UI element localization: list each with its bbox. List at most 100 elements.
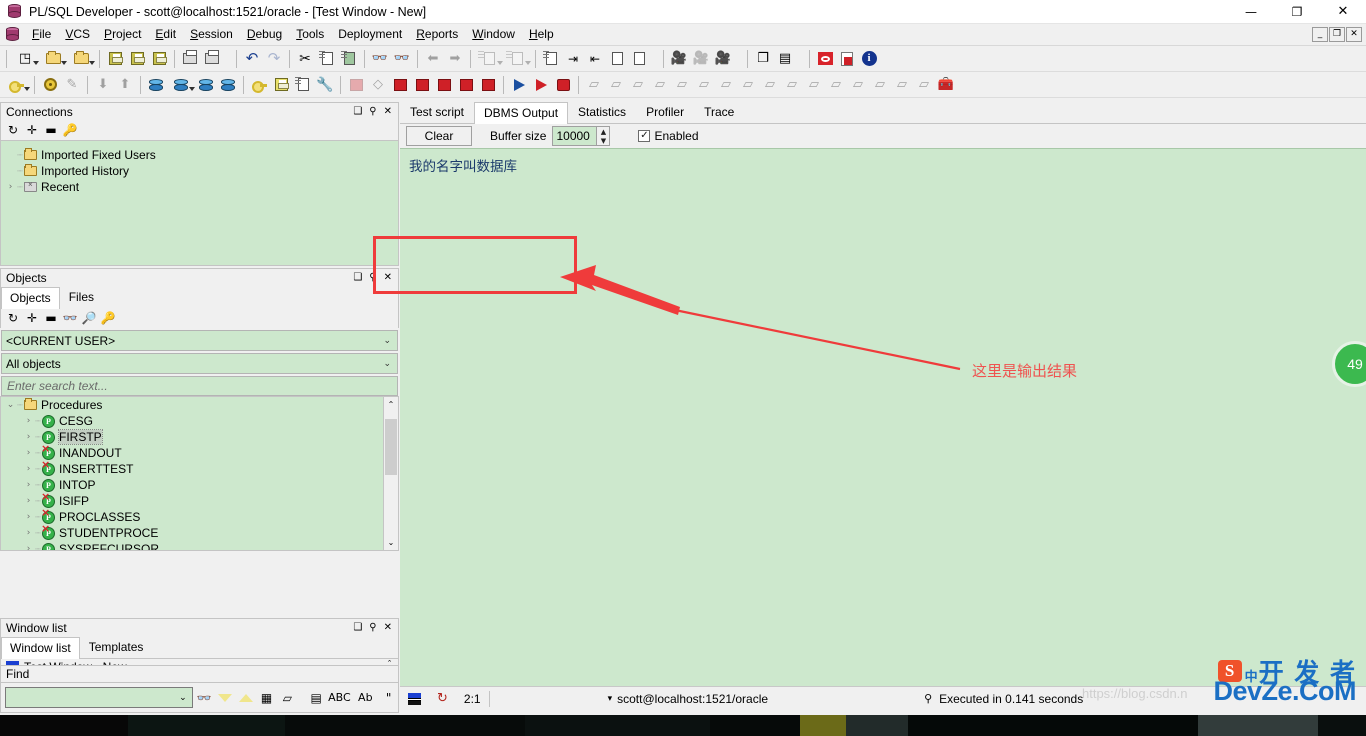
- find-icon[interactable]: 👓: [195, 687, 214, 709]
- objects-tree-item[interactable]: › ┈ P PROCLASSES: [1, 507, 382, 525]
- remove-icon[interactable]: ▬: [43, 122, 59, 138]
- compile-icon[interactable]: [248, 74, 270, 96]
- buffer-size-input[interactable]: 10000: [552, 126, 597, 146]
- refresh-icon[interactable]: ↻: [437, 691, 448, 706]
- scroll-down-icon[interactable]: ⌄: [384, 535, 398, 550]
- recent-files-icon[interactable]: [67, 48, 95, 70]
- logon-icon[interactable]: [2, 74, 30, 96]
- execute-icon[interactable]: [508, 74, 530, 96]
- rollback-icon[interactable]: [217, 74, 239, 96]
- chevron-right-icon[interactable]: ›: [23, 512, 34, 522]
- menu-debug[interactable]: Debug: [240, 24, 289, 45]
- find-icon[interactable]: 👓: [369, 48, 391, 70]
- objects-tree-item[interactable]: › ┈ P INSERTTEST: [1, 459, 382, 477]
- chevron-right-icon[interactable]: ›: [5, 182, 16, 192]
- maximize-button[interactable]: ❐: [1274, 0, 1320, 24]
- about-icon[interactable]: i: [858, 48, 880, 70]
- objects-tree-scrollbar[interactable]: ⌃ ⌄: [383, 397, 398, 550]
- debug-wrench-icon[interactable]: 🧰: [935, 74, 957, 96]
- objects-user-select[interactable]: <CURRENT USER> ⌄: [1, 330, 398, 351]
- replace-icon[interactable]: ▤: [307, 687, 326, 709]
- regex-icon[interactable]: ": [379, 687, 398, 709]
- tab-profiler[interactable]: Profiler: [636, 101, 695, 123]
- objects-tree-group[interactable]: ⌄ ┈ Procedures: [1, 397, 382, 413]
- bp-red-icon[interactable]: [411, 74, 433, 96]
- close-icon[interactable]: ✕: [384, 272, 392, 283]
- view-breakpoints-icon[interactable]: ◇: [367, 74, 389, 96]
- chevron-down-icon[interactable]: ⌄: [5, 400, 16, 410]
- save-icon[interactable]: [104, 48, 126, 70]
- print-icon[interactable]: [179, 48, 201, 70]
- new-window-icon[interactable]: ◳: [11, 48, 39, 70]
- unindent-icon[interactable]: ⇤: [584, 48, 606, 70]
- debug-break-icon[interactable]: ▱: [693, 74, 715, 96]
- run-script-icon[interactable]: [530, 74, 552, 96]
- debug-trace4-icon[interactable]: ▱: [869, 74, 891, 96]
- copy-icon[interactable]: [316, 48, 338, 70]
- spinner-down-icon[interactable]: ▼: [597, 136, 609, 145]
- spinner-up-icon[interactable]: ▲: [597, 127, 609, 136]
- close-button[interactable]: ✕: [1320, 0, 1366, 24]
- debug-trace2-icon[interactable]: ▱: [825, 74, 847, 96]
- chevron-right-icon[interactable]: ›: [23, 448, 34, 458]
- paste-page-icon[interactable]: [503, 48, 531, 70]
- mdi-close-button[interactable]: ✕: [1346, 27, 1362, 42]
- minimize-button[interactable]: —: [1228, 0, 1274, 24]
- menu-help[interactable]: Help: [522, 24, 561, 45]
- debug-watch-icon[interactable]: ▱: [781, 74, 803, 96]
- undo-icon[interactable]: ↶: [241, 48, 263, 70]
- scroll-up-icon[interactable]: ⌃: [384, 397, 398, 412]
- menu-file[interactable]: File: [25, 24, 58, 45]
- objects-tree-item-selected[interactable]: › ┈ P FIRSTP: [1, 429, 382, 445]
- chevron-down-icon[interactable]: ⌄: [174, 693, 192, 703]
- dbms-output-text-area[interactable]: 我的名字叫数据库: [400, 148, 1366, 686]
- pin-icon[interactable]: ⚲: [369, 622, 376, 633]
- wrench-icon[interactable]: 🔧: [314, 74, 336, 96]
- menu-session[interactable]: Session: [183, 24, 240, 45]
- connections-tree-item[interactable]: ┈ Imported History: [1, 163, 398, 179]
- bp-folder-icon[interactable]: [433, 74, 455, 96]
- bp-tool-icon[interactable]: [477, 74, 499, 96]
- clear-icon[interactable]: ▱: [278, 687, 297, 709]
- chevron-right-icon[interactable]: ›: [23, 528, 34, 538]
- refresh-icon[interactable]: ↻: [5, 122, 21, 138]
- record-macro-icon[interactable]: 🎥: [668, 48, 690, 70]
- chevron-right-icon[interactable]: ›: [23, 496, 34, 506]
- browse-icon[interactable]: 🔑: [100, 310, 116, 326]
- sql-window-icon[interactable]: [167, 74, 195, 96]
- buffer-size-stepper[interactable]: 10000 ▲ ▼: [552, 126, 611, 146]
- find-next-icon[interactable]: 👓: [391, 48, 413, 70]
- tab-statistics[interactable]: Statistics: [568, 101, 637, 123]
- tab-window-list[interactable]: Window list: [1, 637, 80, 659]
- restore-icon[interactable]: ❑: [353, 106, 362, 117]
- debug-trace3-icon[interactable]: ▱: [847, 74, 869, 96]
- cut-icon[interactable]: ✂: [294, 48, 316, 70]
- objects-tree-item[interactable]: › ┈ P INANDOUT: [1, 443, 382, 461]
- export-icon[interactable]: ⬆: [114, 74, 136, 96]
- chevron-down-icon[interactable]: ▾: [608, 693, 613, 704]
- tile-windows-icon[interactable]: ❐: [752, 48, 774, 70]
- add-icon[interactable]: ✛: [24, 310, 40, 326]
- objects-tree[interactable]: ⌄ ┈ Procedures › ┈ P CESG › ┈ P FIRSTP ›…: [0, 396, 399, 551]
- step-into-icon[interactable]: ▱: [583, 74, 605, 96]
- import-icon[interactable]: ⬇: [92, 74, 114, 96]
- goto-prev-icon[interactable]: ⬅: [422, 48, 444, 70]
- open-file-icon[interactable]: [39, 48, 67, 70]
- debug-info-icon[interactable]: ▱: [737, 74, 759, 96]
- remove-icon[interactable]: ▬: [43, 310, 59, 326]
- find-all-icon[interactable]: ▦: [257, 687, 276, 709]
- indent-icon[interactable]: ⇥: [562, 48, 584, 70]
- edit-connection-icon[interactable]: 🔑: [62, 122, 78, 138]
- toggle-breakpoint-icon[interactable]: [389, 74, 411, 96]
- preferences-icon[interactable]: [39, 74, 61, 96]
- pin-icon[interactable]: ⚲: [369, 106, 376, 117]
- debug-inspect-icon[interactable]: ▱: [759, 74, 781, 96]
- chevron-down-icon[interactable]: ⌄: [383, 359, 395, 369]
- objects-type-select[interactable]: All objects ⌄: [1, 353, 398, 374]
- menu-deployment[interactable]: Deployment: [331, 24, 409, 45]
- debug-arrow-icon[interactable]: ▱: [913, 74, 935, 96]
- whole-word-icon[interactable]: Ab: [353, 687, 377, 709]
- objects-tree-item[interactable]: › ┈ P INTOP: [1, 477, 382, 493]
- step-out-icon[interactable]: ▱: [627, 74, 649, 96]
- objects-tree-item[interactable]: › ┈ P CESG: [1, 413, 382, 429]
